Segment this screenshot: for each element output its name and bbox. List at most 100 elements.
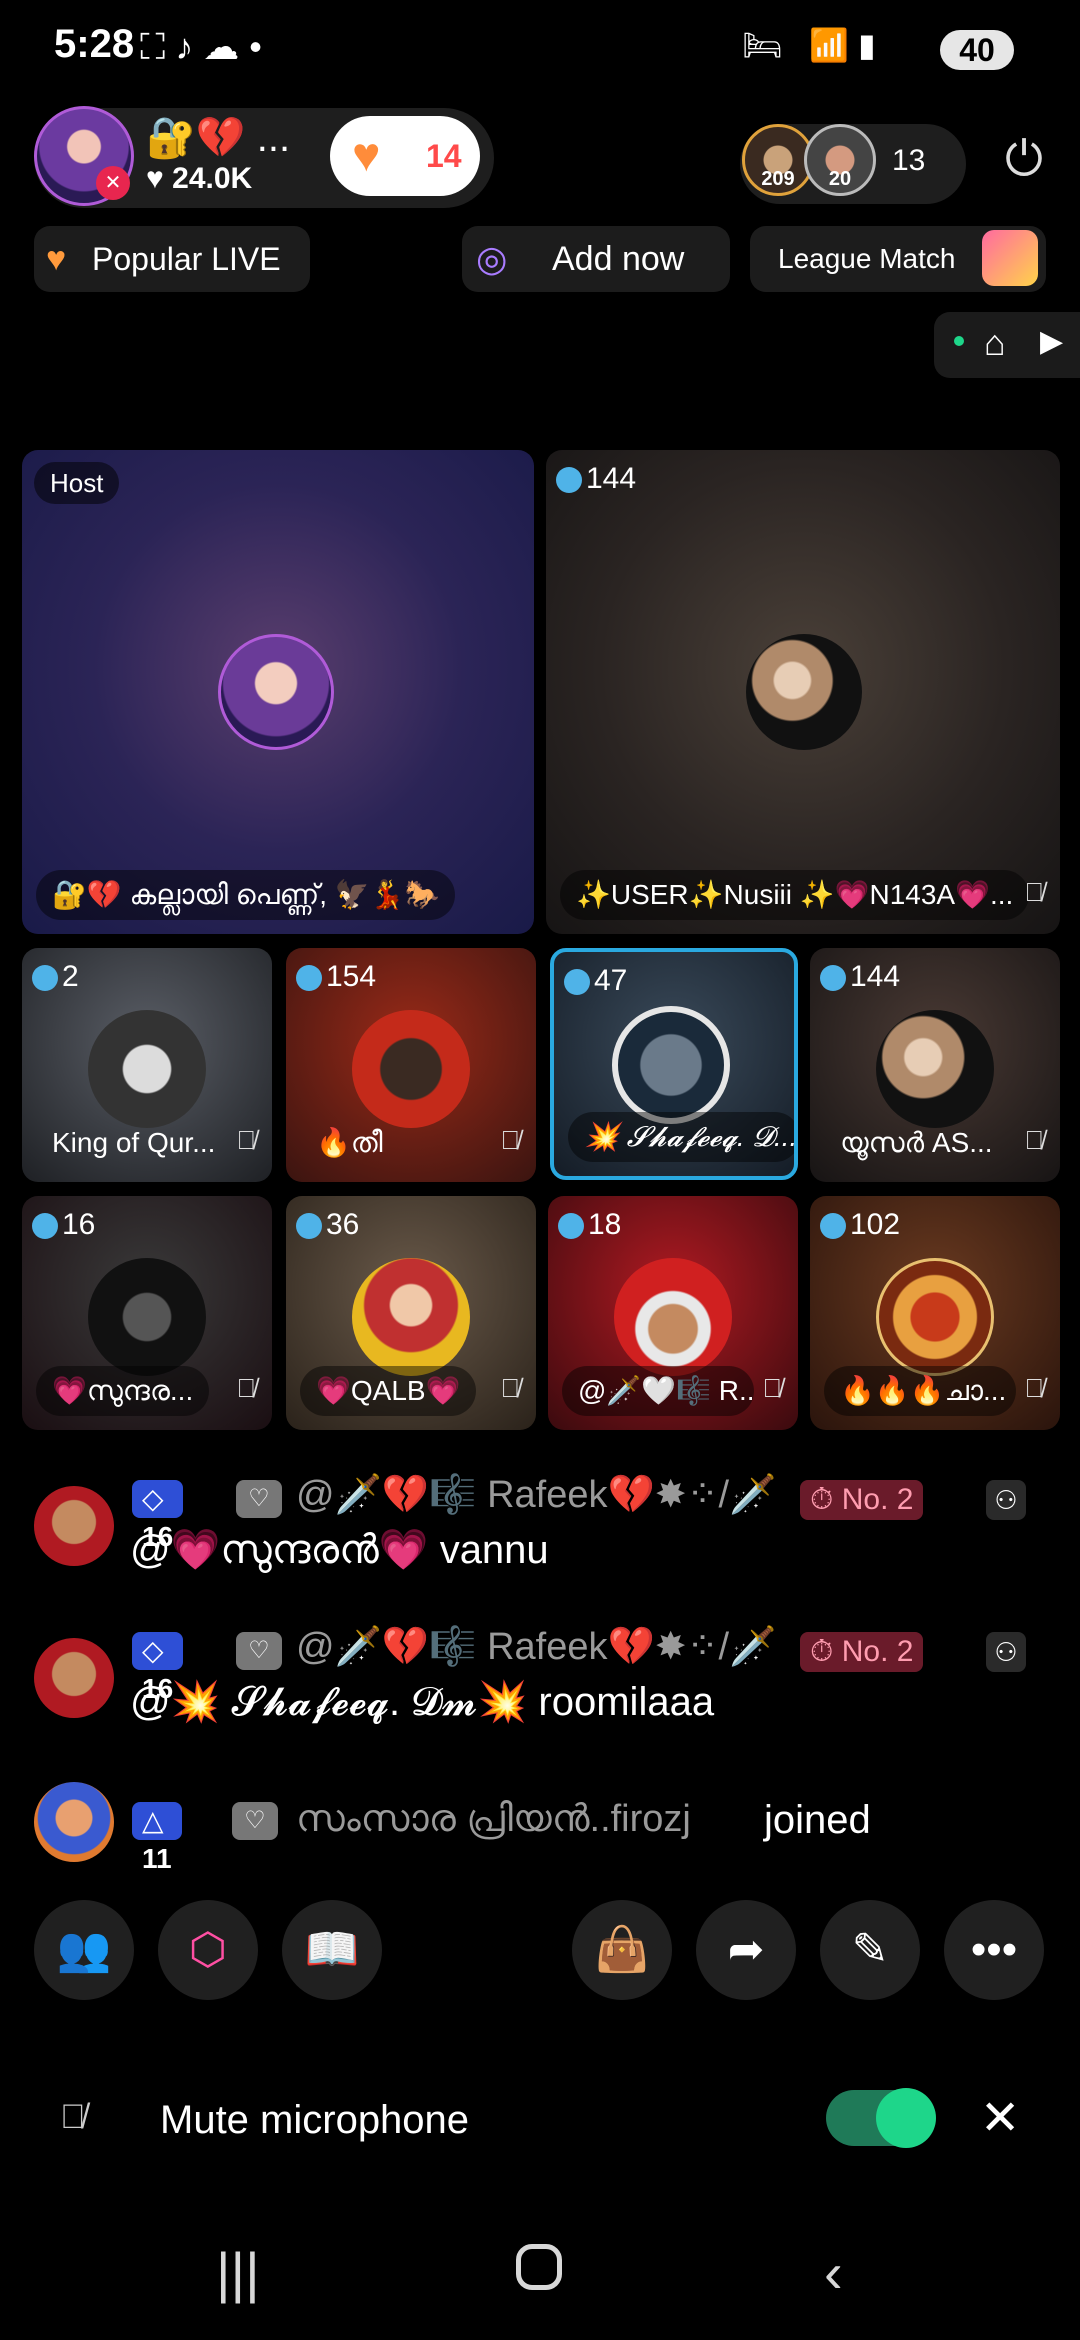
add-now-button[interactable]: ◎ Add now	[462, 226, 730, 292]
guest-gem-count: 2	[32, 960, 79, 994]
mic-off-icon: 🎙̸	[1024, 1125, 1045, 1155]
live-dot-icon	[954, 336, 964, 346]
guest-avatar	[352, 1258, 470, 1376]
guest-avatar	[876, 1258, 994, 1376]
status-app-icons: ⛶ ♪ ☁ •	[140, 26, 262, 67]
guest-name: 💗QALB💗	[300, 1366, 477, 1416]
guest-tile[interactable]: 18 @🗡️🤍🎼 R... 🎙̸	[548, 1196, 798, 1430]
viewer-rank-badge: 209	[761, 168, 795, 190]
popular-live-chip[interactable]: ♥ Popular LIVE	[34, 226, 310, 292]
guest-name: 🔥തീ	[316, 1127, 383, 1158]
host-tag: Host	[34, 462, 120, 504]
guest-tile[interactable]: 144 യൂസർ AS... 🎙̸	[810, 948, 1060, 1182]
gem-icon	[32, 965, 58, 992]
chat-avatar[interactable]	[34, 1782, 114, 1862]
guest-gem-count: 144	[556, 462, 636, 496]
power-icon[interactable]: ⏻	[990, 126, 1058, 194]
guest-avatar	[352, 1010, 470, 1128]
chat-text: joined	[764, 1798, 871, 1842]
guests-icon[interactable]: 👥	[34, 1900, 134, 2000]
guest-gem-count: 144	[820, 960, 900, 994]
back-icon[interactable]: ‹	[824, 2240, 843, 2305]
shield-icon: ♡	[236, 1632, 282, 1670]
mic-off-icon: 🎙̸	[500, 1125, 521, 1155]
more-icon[interactable]: •••	[944, 1900, 1044, 2000]
guest-name: @🗡️🤍🎼 R...	[562, 1366, 754, 1416]
guest-avatar	[746, 634, 862, 750]
magic-wand-icon[interactable]: ✎	[820, 1900, 920, 2000]
host-tile[interactable]: Host 🔐💔 കല്ലായി പെണ്ണ്, 🦅💃🐎	[22, 450, 534, 934]
guest-avatar	[614, 1258, 732, 1376]
chat-avatar[interactable]	[34, 1486, 114, 1566]
status-right-icons: 🛏 📶 ▮	[742, 27, 876, 63]
rank-no-badge: ⏱ No. 2	[800, 1632, 924, 1672]
mic-off-icon: 🎙̸	[236, 1373, 257, 1403]
rank-badge: ◇ 16	[132, 1632, 184, 1704]
mini-control-pill[interactable]: ⌂ ▶	[934, 312, 1080, 378]
guest-tile[interactable]: 144 ✨USER✨Nusiii ✨💗N143A💗... 🎙̸	[546, 450, 1060, 934]
guest-avatar	[88, 1010, 206, 1128]
mic-off-icon: 🎙̸	[236, 1125, 257, 1155]
guest-name: King of Qur...	[52, 1127, 216, 1158]
guest-gem-count: 16	[32, 1208, 95, 1242]
guest-name: 🔥🔥🔥ചാ...	[824, 1366, 1016, 1416]
broken-heart-icon: ♥	[46, 240, 67, 278]
host-tile-avatar	[218, 634, 334, 750]
target-icon: ◎	[476, 238, 508, 279]
guest-tile[interactable]: 16 💗സുന്ദര... 🎙̸	[22, 1196, 272, 1430]
guest-tile[interactable]: 36 💗QALB💗 🎙̸	[286, 1196, 536, 1430]
guest-avatar	[88, 1258, 206, 1376]
home-icon: ⌂	[984, 322, 1006, 363]
add-friend-icon[interactable]: ⚇	[986, 1480, 1026, 1520]
gem-icon	[820, 965, 846, 992]
battery-indicator: 40	[940, 30, 1014, 70]
gem-icon	[296, 1213, 322, 1240]
gem-icon	[564, 969, 590, 996]
home-nav-icon[interactable]	[516, 2244, 562, 2290]
host-tile-label: 🔐💔 കല്ലായി പെണ്ണ്, 🦅💃🐎	[36, 870, 456, 920]
book-icon[interactable]: 📖	[282, 1900, 382, 2000]
like-button[interactable]: ♥ 14	[330, 116, 480, 196]
guest-tile-selected[interactable]: 47 💥 𝓢𝓱𝓪𝓯𝓮𝓮𝓺. 𝓓...	[550, 948, 798, 1180]
recents-icon[interactable]: |||	[216, 2240, 260, 2305]
gem-icon	[556, 467, 582, 494]
add-now-label: Add now	[552, 240, 685, 278]
host-name: 🔐💔 ...	[146, 116, 291, 160]
chat-username[interactable]: @🗡️💔🎼 Rafeek💔✸⁘/🗡️	[296, 1472, 776, 1517]
gem-icon	[558, 1213, 584, 1240]
close-icon[interactable]: ✕	[980, 2090, 1020, 2146]
guest-gem-count: 154	[296, 960, 376, 994]
league-match-button[interactable]: League Match	[750, 226, 1046, 292]
guest-avatar	[876, 1010, 994, 1128]
mic-off-icon: 🎙̸	[1024, 877, 1045, 907]
guest-name: യൂസർ AS...	[840, 1127, 993, 1158]
share-icon[interactable]: ➦	[696, 1900, 796, 2000]
chat-username[interactable]: സംസാര പ്രിയൻ..firozj	[296, 1798, 691, 1841]
diamond-trophy-icon	[982, 230, 1038, 286]
guest-tile[interactable]: 102 🔥🔥🔥ചാ... 🎙̸	[810, 1196, 1060, 1430]
popular-live-label: Popular LIVE	[92, 241, 281, 277]
mute-toggle-knob[interactable]	[876, 2088, 936, 2148]
mic-off-icon: 🎙̸	[500, 1373, 521, 1403]
mic-off-icon: 🎙̸	[762, 1373, 783, 1403]
add-friend-icon[interactable]: ⚇	[986, 1632, 1026, 1672]
cube-icon[interactable]: ⬡	[158, 1900, 258, 2000]
rank-no-badge: ⏱ No. 2	[800, 1480, 924, 1520]
chat-avatar[interactable]	[34, 1638, 114, 1718]
mic-off-icon: 🎙̸	[1024, 1373, 1045, 1403]
guest-gem-count: 36	[296, 1208, 359, 1242]
play-icon: ▶	[1040, 325, 1064, 358]
rank-badge: ◇ 16	[132, 1480, 184, 1552]
guest-tile[interactable]: 154 🔥തീ 🎙̸	[286, 948, 536, 1182]
guest-name: 💥 𝓢𝓱𝓪𝓯𝓮𝓮𝓺. 𝓓...	[568, 1112, 794, 1162]
rank-badge: △ 11	[132, 1802, 182, 1874]
chat-username[interactable]: @🗡️💔🎼 Rafeek💔✸⁘/🗡️	[296, 1624, 776, 1669]
shield-icon: ♡	[236, 1480, 282, 1518]
shop-bag-icon[interactable]: 👜	[572, 1900, 672, 2000]
mute-microphone-label: Mute microphone	[160, 2098, 470, 2142]
viewer-rank-badge: 20	[828, 168, 852, 190]
guest-tile[interactable]: 2 King of Qur... 🎙̸	[22, 948, 272, 1182]
viewer-avatar[interactable]: 20	[804, 124, 876, 196]
status-bar: 5:28 ⛶ ♪ ☁ • 🛏 📶 ▮ 40	[0, 0, 1080, 100]
chat-text: @💥 𝓢𝓱𝓪𝓯𝓮𝓮𝓺. 𝓓𝓶💥 roomilaaa	[130, 1680, 715, 1724]
